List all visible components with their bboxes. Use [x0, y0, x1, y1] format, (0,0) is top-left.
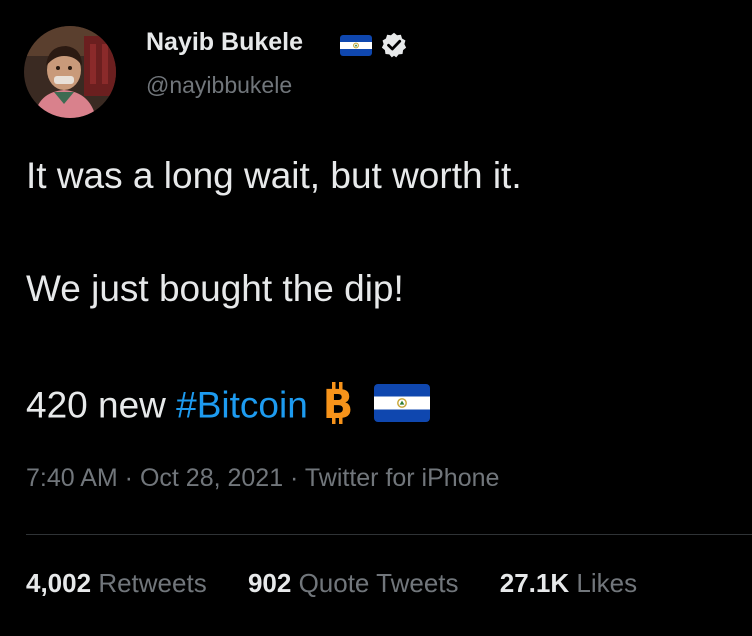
tweet-meta: 7:40 AM · Oct 28, 2021 · Twitter for iPh… [26, 464, 499, 493]
avatar-photo [24, 26, 116, 118]
meta-separator: · [117, 464, 140, 492]
likes-label: Likes [576, 568, 638, 598]
likes-count: 27.1K [499, 568, 570, 598]
tweet-source-link[interactable]: Twitter for iPhone [305, 464, 500, 492]
display-name[interactable]: Nayib Bukele [146, 28, 303, 57]
retweets-label: Retweets [98, 568, 207, 598]
el-salvador-flag-icon [340, 35, 372, 56]
quote-tweets-stat[interactable]: 902 Quote Tweets [248, 568, 459, 599]
verified-badge-icon [381, 32, 407, 58]
el-salvador-flag-icon [374, 384, 431, 431]
tweet-text-prefix: 420 new [26, 384, 177, 426]
tweet-date-link[interactable]: Oct 28, 2021 [140, 464, 283, 492]
svg-text:B: B [323, 382, 354, 426]
likes-stat[interactable]: 27.1K Likes [500, 568, 637, 599]
bitcoin-icon: B [318, 380, 358, 435]
retweets-stat[interactable]: 4,002 Retweets [26, 568, 207, 599]
tweet-text-line-3: 420 new #Bitcoin B [26, 380, 431, 435]
meta-separator: · [283, 464, 305, 492]
divider [26, 534, 752, 535]
quote-tweets-label: Quote Tweets [298, 568, 459, 598]
tweet-text-line-2: We just bought the dip! [26, 268, 404, 309]
quote-tweets-count: 902 [247, 568, 292, 598]
tweet-time-link[interactable]: 7:40 AM [26, 464, 118, 492]
tweet-stats: 4,002 Retweets 902 Quote Tweets 27.1K Li… [26, 568, 637, 599]
avatar[interactable] [24, 26, 116, 118]
retweets-count: 4,002 [26, 568, 92, 598]
tweet-text-line-1: It was a long wait, but worth it. [26, 155, 522, 196]
handle[interactable]: @nayibbukele [146, 72, 292, 99]
hashtag-bitcoin-link[interactable]: #Bitcoin [176, 384, 308, 425]
